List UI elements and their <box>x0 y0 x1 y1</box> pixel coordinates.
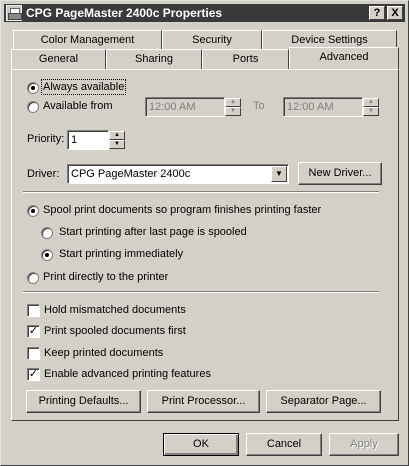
from-time-field[interactable]: 12:00 AM <box>145 97 225 117</box>
ok-button[interactable]: OK <box>163 433 239 456</box>
available-from-radio[interactable] <box>27 101 39 113</box>
driver-select[interactable]: CPG PageMaster 2400c <box>67 164 289 184</box>
chevron-down-icon[interactable]: ▼ <box>271 166 287 182</box>
tab-color-management[interactable]: Color Management <box>13 30 162 50</box>
print-spooled-first-checkbox[interactable]: ✓ <box>27 325 40 338</box>
to-time-field[interactable]: 12:00 AM <box>283 97 363 117</box>
priority-field[interactable]: 1 <box>67 130 109 150</box>
tab-sharing[interactable]: Sharing <box>106 49 202 69</box>
spin-down-icon[interactable]: ▼ <box>363 107 379 116</box>
help-button[interactable]: ? <box>369 6 385 20</box>
tab-general[interactable]: General <box>11 49 106 69</box>
after-last-page-label[interactable]: Start printing after last page is spoole… <box>59 226 247 238</box>
new-driver-button[interactable]: New Driver... <box>298 162 382 185</box>
immediately-label[interactable]: Start printing immediately <box>59 248 183 260</box>
direct-print-radio[interactable] <box>27 272 39 284</box>
priority-label: Priority: <box>27 133 65 145</box>
spin-up-icon[interactable]: ▲ <box>363 98 379 107</box>
always-available-label[interactable]: Always available <box>40 79 127 95</box>
printer-icon <box>6 5 22 21</box>
print-processor-button[interactable]: Print Processor... <box>147 390 260 413</box>
cancel-button[interactable]: Cancel <box>246 433 322 456</box>
from-time-spinner[interactable]: ▲ ▼ <box>225 98 241 116</box>
keep-printed-checkbox[interactable] <box>27 347 40 360</box>
properties-window: CPG PageMaster 2400c Properties ? X Colo… <box>0 0 409 466</box>
apply-button[interactable]: Apply <box>329 433 399 456</box>
hold-mismatched-checkbox[interactable] <box>27 304 40 317</box>
driver-label: Driver: <box>27 168 60 180</box>
close-button[interactable]: X <box>387 6 403 20</box>
spool-label[interactable]: Spool print documents so program finishe… <box>43 204 321 216</box>
divider <box>23 191 379 193</box>
printing-defaults-button[interactable]: Printing Defaults... <box>26 390 141 413</box>
priority-spinner[interactable]: ▲ ▼ <box>109 131 125 149</box>
spin-down-icon[interactable]: ▼ <box>109 140 125 149</box>
tab-ports[interactable]: Ports <box>202 49 289 69</box>
advanced-features-label[interactable]: Enable advanced printing features <box>44 368 211 380</box>
title-bar[interactable]: CPG PageMaster 2400c Properties ? X <box>4 4 405 22</box>
available-from-label[interactable]: Available from <box>43 100 113 112</box>
always-available-radio[interactable] <box>27 82 39 94</box>
advanced-features-checkbox[interactable]: ✓ <box>27 368 40 381</box>
immediately-radio[interactable] <box>41 249 53 261</box>
to-time-spinner[interactable]: ▲ ▼ <box>363 98 379 116</box>
separator-page-button[interactable]: Separator Page... <box>266 390 381 413</box>
spin-down-icon[interactable]: ▼ <box>225 107 241 116</box>
tab-advanced[interactable]: Advanced <box>289 47 399 69</box>
to-label: To <box>253 100 265 112</box>
print-spooled-first-label[interactable]: Print spooled documents first <box>44 325 186 337</box>
spin-up-icon[interactable]: ▲ <box>225 98 241 107</box>
divider <box>23 291 379 293</box>
direct-print-label[interactable]: Print directly to the printer <box>43 271 168 283</box>
tab-security[interactable]: Security <box>162 30 262 50</box>
hold-mismatched-label[interactable]: Hold mismatched documents <box>44 304 186 316</box>
keep-printed-label[interactable]: Keep printed documents <box>44 347 163 359</box>
spin-up-icon[interactable]: ▲ <box>109 131 125 140</box>
after-last-page-radio[interactable] <box>41 227 53 239</box>
window-title: CPG PageMaster 2400c Properties <box>26 6 223 20</box>
spool-radio[interactable] <box>27 205 39 217</box>
